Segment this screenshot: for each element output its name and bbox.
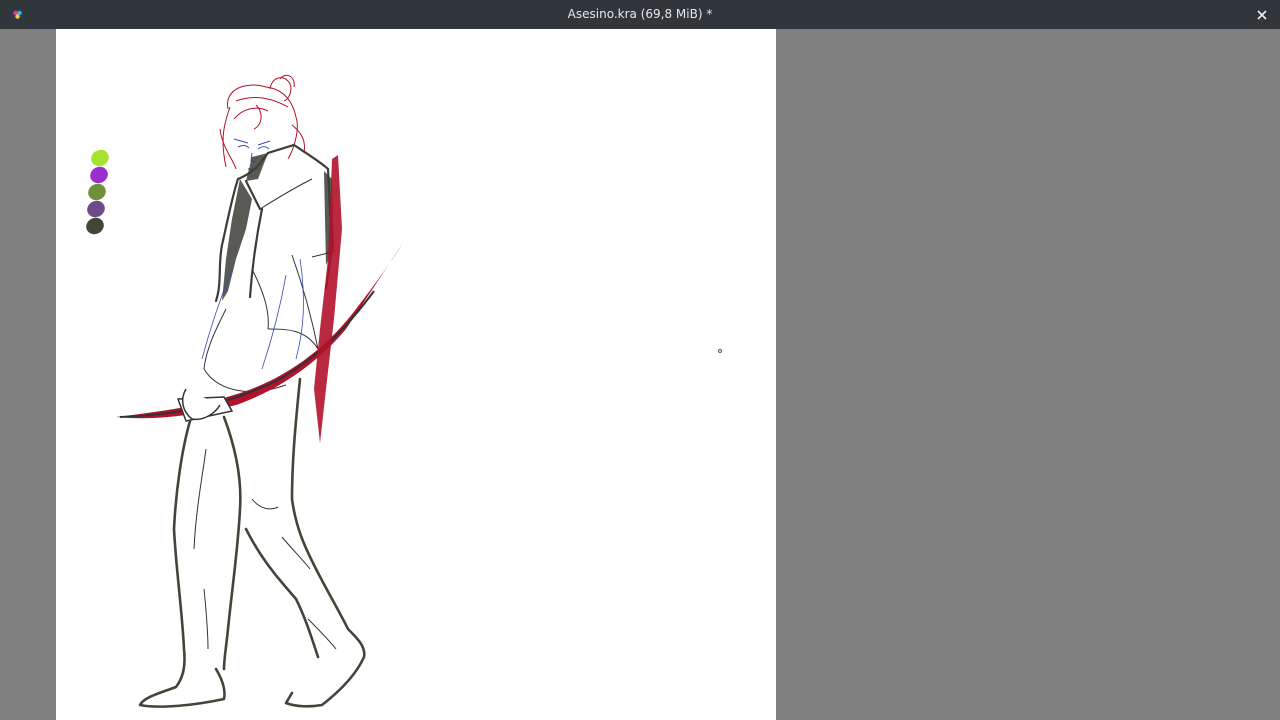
drawing-canvas[interactable] (56, 29, 776, 720)
torso-shading (222, 153, 334, 301)
title-bar: Asesino.kra (69,8 MiB) * (0, 0, 1280, 29)
close-icon[interactable] (1254, 7, 1270, 23)
palette-swatch (88, 183, 106, 201)
pant-folds (193, 448, 337, 650)
palette-swatch (90, 166, 108, 184)
palette-swatch (91, 149, 109, 167)
sword (116, 241, 404, 422)
character-sketch (86, 74, 404, 708)
brush-cursor (718, 349, 722, 353)
legs (138, 377, 366, 708)
color-palette (86, 149, 109, 235)
palette-swatch (87, 200, 105, 218)
palette-swatch (86, 217, 104, 235)
window-title: Asesino.kra (69,8 MiB) * (567, 7, 713, 21)
